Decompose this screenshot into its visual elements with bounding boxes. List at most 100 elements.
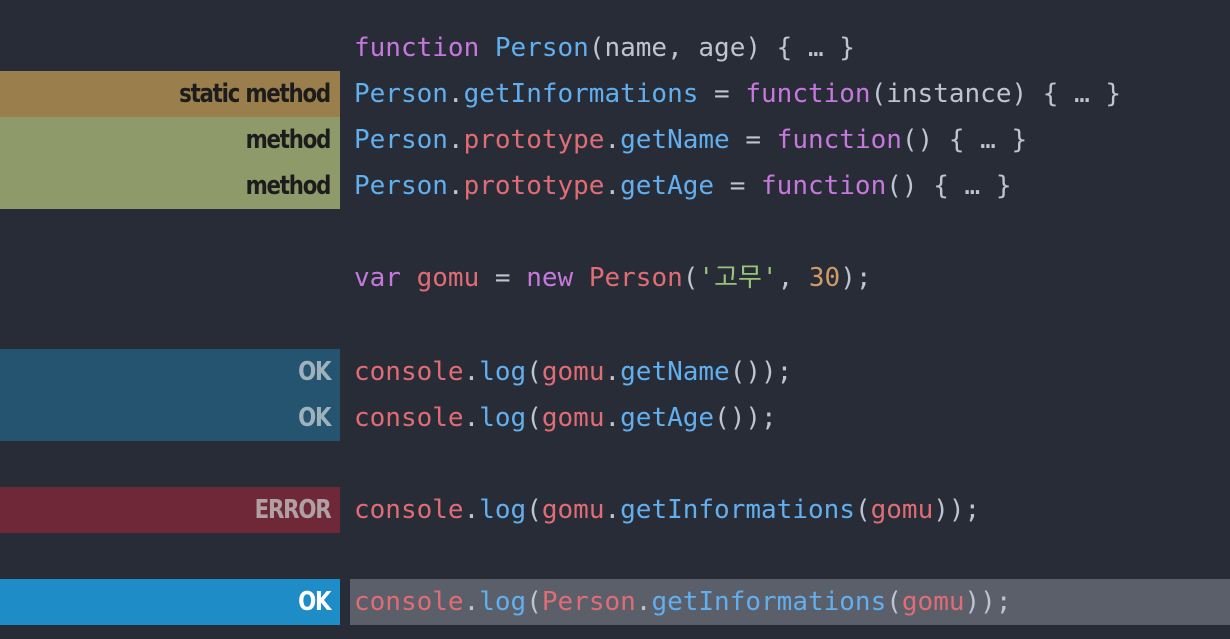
code-text: Person.prototype.getAge = function() { …… bbox=[354, 163, 1011, 209]
code-token: )); bbox=[964, 587, 1012, 617]
code-token: function bbox=[761, 171, 887, 201]
code-token: )); bbox=[933, 495, 981, 525]
code-token: gomu bbox=[541, 495, 605, 525]
line-annotation-badge: static method bbox=[0, 71, 340, 117]
code-line: static method Person.getInformations = fu… bbox=[0, 71, 1230, 117]
badge-label: static method bbox=[179, 79, 331, 109]
code-token: . bbox=[604, 357, 621, 387]
code-token: gomu bbox=[416, 263, 480, 293]
code-token: getName bbox=[620, 357, 730, 387]
code-token: (instance) { … } bbox=[870, 79, 1122, 109]
code-token: . bbox=[463, 357, 480, 387]
code-token: . bbox=[604, 171, 621, 201]
code-token: ( bbox=[854, 495, 871, 525]
code-token: function bbox=[776, 125, 902, 155]
code-token: gomu bbox=[901, 587, 965, 617]
code-token: '고무' bbox=[698, 263, 778, 293]
code-token: console bbox=[354, 403, 464, 433]
code-token: log bbox=[479, 357, 527, 387]
badge-label: method bbox=[245, 125, 331, 155]
code-token: . bbox=[604, 403, 621, 433]
code-token: ()); bbox=[714, 403, 777, 433]
code-token: = bbox=[479, 263, 527, 293]
code-token: Person bbox=[354, 125, 448, 155]
badge-label: OK bbox=[297, 403, 331, 433]
code-token: ()); bbox=[729, 357, 793, 387]
code-token: = bbox=[714, 171, 762, 201]
code-token: ( bbox=[682, 263, 699, 293]
code-token: . bbox=[447, 171, 464, 201]
badge-label: OK bbox=[297, 587, 331, 617]
code-token: getName bbox=[620, 125, 730, 155]
line-annotation-badge: method bbox=[0, 117, 340, 163]
code-line: OK console.log(gomu.getAge()); bbox=[0, 395, 1230, 441]
code-token: , bbox=[777, 263, 809, 293]
badge-label: OK bbox=[297, 357, 331, 387]
code-slide: function Person(name, age) { … } static m… bbox=[0, 0, 1230, 639]
code-token: Person bbox=[354, 79, 448, 109]
code-line: function Person(name, age) { … } bbox=[0, 25, 1230, 71]
code-text: console.log(gomu.getName()); bbox=[354, 349, 792, 395]
code-token: log bbox=[479, 587, 527, 617]
code-line: method Person.prototype.getAge = function… bbox=[0, 163, 1230, 209]
code-token: var bbox=[354, 263, 401, 293]
code-token: ( bbox=[886, 587, 902, 617]
code-token: . bbox=[463, 495, 480, 525]
code-text: var gomu = new Person('고무', 30); bbox=[354, 255, 872, 301]
code-token: getInformations bbox=[651, 587, 887, 617]
code-token: = bbox=[698, 79, 746, 109]
code-token: () { … } bbox=[886, 171, 1012, 201]
code-token: () { … } bbox=[901, 125, 1028, 155]
code-token: Person bbox=[541, 587, 636, 617]
code-token: Person bbox=[588, 263, 683, 293]
code-token: . bbox=[463, 403, 480, 433]
code-token: console bbox=[354, 587, 464, 617]
code-token: Person bbox=[354, 171, 448, 201]
code-token: gomu bbox=[870, 495, 934, 525]
code-token: log bbox=[479, 495, 527, 525]
badge-label: method bbox=[245, 171, 331, 201]
code-token: . bbox=[635, 587, 652, 617]
code-text: console.log(Person.getInformations(gomu)… bbox=[354, 579, 1012, 625]
code-token: ( bbox=[526, 495, 542, 525]
code-token: ( bbox=[526, 587, 542, 617]
code-token: function bbox=[354, 33, 480, 63]
code-token: console bbox=[354, 357, 464, 387]
code-token: 30 bbox=[808, 263, 841, 293]
line-annotation-badge: OK bbox=[0, 349, 340, 395]
code-token: = bbox=[729, 125, 777, 155]
code-token: . bbox=[447, 79, 464, 109]
code-token: ( bbox=[526, 403, 542, 433]
code-line: ERROR console.log(gomu.getInformations(go… bbox=[0, 487, 1230, 533]
code-token: gomu bbox=[541, 403, 605, 433]
code-text: console.log(gomu.getInformations(gomu)); bbox=[354, 487, 980, 533]
code-token: prototype bbox=[463, 171, 605, 201]
code-token: ( bbox=[526, 357, 542, 387]
code-token: gomu bbox=[541, 357, 605, 387]
code-token: getInformations bbox=[620, 495, 855, 525]
code-token: . bbox=[463, 587, 480, 617]
code-token: ); bbox=[840, 263, 872, 293]
code-token: . bbox=[604, 495, 621, 525]
code-line: var gomu = new Person('고무', 30); bbox=[0, 255, 1230, 301]
code-token: getAge bbox=[620, 403, 715, 433]
code-token: getAge bbox=[620, 171, 715, 201]
code-token: Person bbox=[494, 33, 589, 63]
code-text: Person.prototype.getName = function() { … bbox=[354, 117, 1027, 163]
code-token: new bbox=[526, 263, 574, 293]
code-token: (name, age) { … } bbox=[588, 33, 855, 63]
line-annotation-badge: method bbox=[0, 163, 340, 209]
line-annotation-badge: OK bbox=[0, 579, 340, 625]
line-annotation-badge: ERROR bbox=[0, 487, 340, 533]
code-token: getInformations bbox=[463, 79, 699, 109]
code-token: function bbox=[745, 79, 871, 109]
code-line: OK console.log(Person.getInformations(gom… bbox=[0, 579, 1230, 625]
code-token: log bbox=[479, 403, 527, 433]
code-text: console.log(gomu.getAge()); bbox=[354, 395, 777, 441]
code-token: . bbox=[604, 125, 621, 155]
code-token: prototype bbox=[463, 125, 605, 155]
code-text: Person.getInformations = function(instan… bbox=[354, 71, 1121, 117]
